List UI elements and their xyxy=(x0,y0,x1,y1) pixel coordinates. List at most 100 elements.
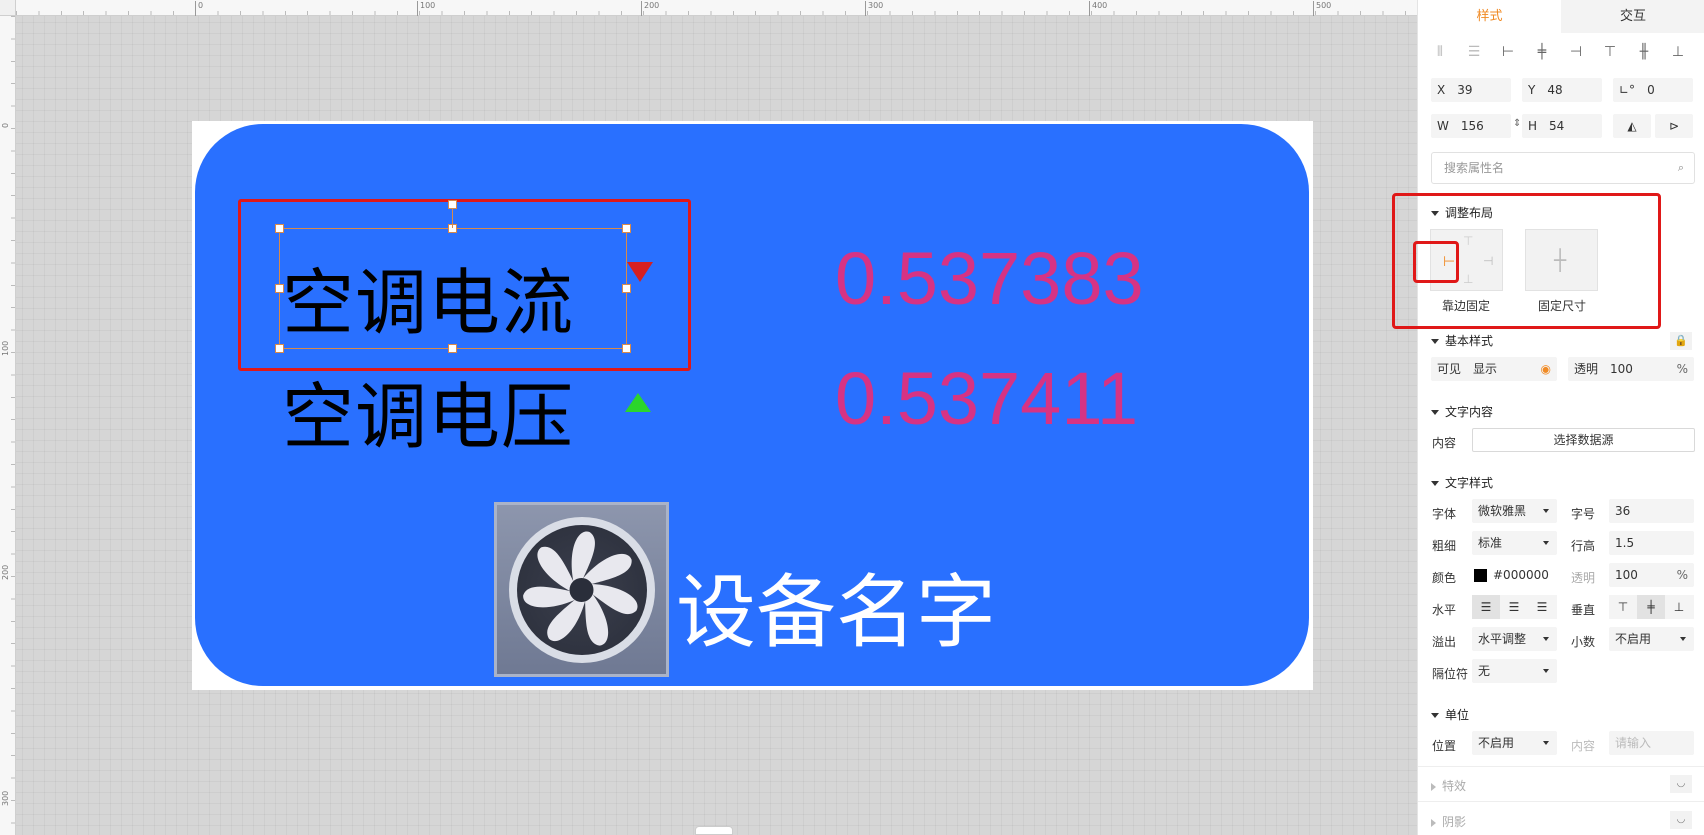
section-effects-title[interactable]: 特效 xyxy=(1431,777,1466,794)
ruler-tick: 300 xyxy=(1,790,10,806)
fan-image[interactable] xyxy=(494,502,669,677)
align-center-h-icon[interactable]: ╪ xyxy=(1530,40,1554,64)
visible-field[interactable]: 可见 显示 ◉ xyxy=(1431,357,1557,381)
y-field[interactable]: Y 48 xyxy=(1522,78,1602,102)
resize-handle-e[interactable] xyxy=(622,284,631,293)
section-shadow-title[interactable]: 阴影 xyxy=(1431,813,1466,830)
decimal-select[interactable]: 不启用 xyxy=(1609,627,1694,651)
resize-handle-ne[interactable] xyxy=(622,224,631,233)
horizontal-align-group: ☰ ☰ ☰ xyxy=(1472,595,1557,619)
resize-handle-s[interactable] xyxy=(448,344,457,353)
align-top-icon[interactable]: ⊤ xyxy=(1598,40,1622,64)
fan-icon xyxy=(523,531,638,646)
height-field[interactable]: H 54 xyxy=(1522,114,1602,138)
distribute-horizontal-icon[interactable]: ⫴ xyxy=(1428,40,1452,64)
font-label: 字体 xyxy=(1432,507,1457,521)
rotation-field[interactable]: ∟° 0 xyxy=(1613,78,1693,102)
resize-handle-sw[interactable] xyxy=(275,344,284,353)
text-opacity-field[interactable]: 100% xyxy=(1609,563,1694,587)
flip-vertical-icon[interactable]: ⊳ xyxy=(1655,114,1693,138)
select-datasource-button[interactable]: 选择数据源 xyxy=(1472,428,1695,452)
label-ac-voltage[interactable]: 空调电压 xyxy=(282,358,574,463)
divider xyxy=(1418,801,1704,802)
section-text-content-title[interactable]: 文字内容 xyxy=(1431,403,1493,420)
lock-icon[interactable]: 🔒 xyxy=(1670,332,1692,350)
trend-up-icon xyxy=(625,393,651,412)
resize-handle-se[interactable] xyxy=(622,344,631,353)
property-search-input[interactable]: 搜索属性名 ⌕ xyxy=(1431,152,1695,184)
text-opacity-label: 透明 xyxy=(1571,571,1596,585)
bottom-panel-toggle[interactable] xyxy=(695,826,733,835)
rotation-icon: ∟° xyxy=(1619,83,1636,97)
tab-interaction[interactable]: 交互 xyxy=(1561,0,1704,33)
eye-icon: ◉ xyxy=(1540,362,1551,376)
unit-content-label: 内容 xyxy=(1571,739,1596,753)
color-label: 颜色 xyxy=(1432,571,1457,585)
separator-select[interactable]: 无 xyxy=(1472,659,1557,683)
tab-style[interactable]: 样式 xyxy=(1418,0,1561,33)
ruler-tick: 500 xyxy=(1312,1,1332,16)
font-size-field[interactable]: 36 xyxy=(1609,499,1694,523)
valign-middle-icon[interactable]: ╪ xyxy=(1637,595,1665,619)
align-toolbar: ⫴ ☰ ⊢ ╪ ⊣ ⊤ ╫ ⊥ xyxy=(1428,40,1698,64)
rotate-handle[interactable] xyxy=(448,200,457,209)
separator-label: 隔位符 xyxy=(1432,667,1469,681)
unit-content-input[interactable]: 请输入 xyxy=(1609,731,1694,755)
panel-tabs: 样式 交互 xyxy=(1418,0,1704,33)
app-window: 0 100 200 300 400 500 0 100 200 300 空调电流… xyxy=(0,0,1704,835)
ruler-tick: 200 xyxy=(640,1,660,16)
text-align-right-icon[interactable]: ☰ xyxy=(1528,595,1556,619)
opacity-field[interactable]: 透明 100% xyxy=(1568,357,1694,381)
align-middle-v-icon[interactable]: ╫ xyxy=(1632,40,1656,64)
font-family-select[interactable]: 微软雅黑 xyxy=(1472,499,1557,523)
align-bottom-icon[interactable]: ⊥ xyxy=(1666,40,1690,64)
unit-position-label: 位置 xyxy=(1432,739,1457,753)
annotation-highlight-pin xyxy=(1413,241,1459,283)
divider xyxy=(1418,766,1704,767)
align-left-icon[interactable]: ⊢ xyxy=(1496,40,1520,64)
section-unit-title[interactable]: 单位 xyxy=(1431,706,1469,723)
line-height-field[interactable]: 1.5 xyxy=(1609,531,1694,555)
ruler-tick: 0 xyxy=(1,122,10,128)
device-name-label[interactable]: 设备名字 xyxy=(676,548,996,664)
value-ac-current[interactable]: 0.537383 xyxy=(835,236,1144,321)
properties-panel: 样式 交互 ⫴ ☰ ⊢ ╪ ⊣ ⊤ ╫ ⊥ X 39 Y 48 ∟° 0 W 156 ⇕… xyxy=(1417,0,1704,835)
valign-top-icon[interactable]: ⊤ xyxy=(1609,595,1637,619)
valign-bottom-icon[interactable]: ⊥ xyxy=(1665,595,1693,619)
content-label: 内容 xyxy=(1432,436,1457,450)
design-canvas[interactable]: 0 100 200 300 400 500 0 100 200 300 空调电流… xyxy=(0,0,1417,835)
align-right-icon[interactable]: ⊣ xyxy=(1564,40,1588,64)
ruler-tick: 100 xyxy=(1,340,10,356)
distribute-vertical-icon[interactable]: ☰ xyxy=(1462,40,1486,64)
section-basic-style-title[interactable]: 基本样式 xyxy=(1431,332,1493,349)
unit-position-select[interactable]: 不启用 xyxy=(1472,731,1557,755)
lock-ratio-icon[interactable]: ⇕ xyxy=(1513,118,1521,129)
search-icon[interactable]: ⌕ xyxy=(1678,153,1684,183)
selection-frame[interactable] xyxy=(279,228,627,349)
color-swatch xyxy=(1474,569,1487,582)
ruler-corner xyxy=(0,0,16,16)
ruler-tick: 300 xyxy=(864,1,884,16)
hidden-eye-icon[interactable]: ◡ xyxy=(1670,811,1692,829)
horizontal-align-label: 水平 xyxy=(1432,603,1457,617)
ruler-tick: 200 xyxy=(1,564,10,580)
vertical-ruler: 0 100 200 300 xyxy=(0,16,16,835)
color-picker[interactable]: #000000 xyxy=(1472,563,1557,587)
overflow-select[interactable]: 水平调整 xyxy=(1472,627,1557,651)
width-field[interactable]: W 156 xyxy=(1431,114,1511,138)
x-field[interactable]: X 39 xyxy=(1431,78,1511,102)
font-size-label: 字号 xyxy=(1571,507,1596,521)
text-align-center-icon[interactable]: ☰ xyxy=(1500,595,1528,619)
rotate-handle-stem xyxy=(452,209,453,228)
font-weight-select[interactable]: 标准 xyxy=(1472,531,1557,555)
flip-horizontal-icon[interactable]: ◭ xyxy=(1613,114,1651,138)
resize-handle-w[interactable] xyxy=(275,284,284,293)
value-ac-voltage[interactable]: 0.537411 xyxy=(835,356,1138,441)
text-align-left-icon[interactable]: ☰ xyxy=(1472,595,1500,619)
ruler-tick: 400 xyxy=(1088,1,1108,16)
section-text-style-title[interactable]: 文字样式 xyxy=(1431,474,1493,491)
horizontal-ruler: 0 100 200 300 400 500 xyxy=(16,0,1417,16)
vertical-align-group: ⊤ ╪ ⊥ xyxy=(1609,595,1694,619)
hidden-eye-icon[interactable]: ◡ xyxy=(1670,775,1692,793)
resize-handle-nw[interactable] xyxy=(275,224,284,233)
